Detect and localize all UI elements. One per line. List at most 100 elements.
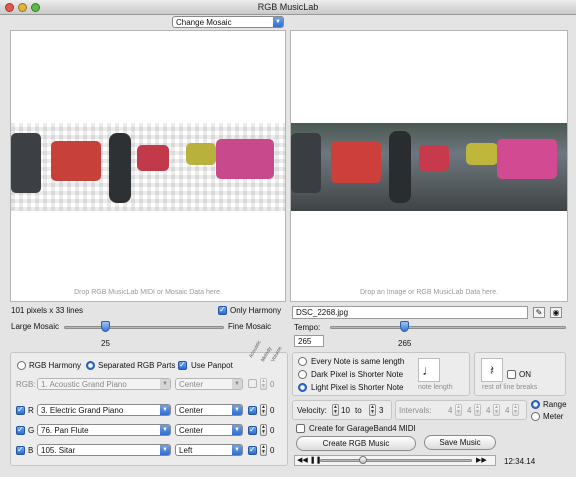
velocity-from-stepper[interactable]: ▲ ▼: [332, 404, 339, 416]
create-music-button[interactable]: Create RGB Music: [296, 436, 416, 451]
red-pan-dropdown[interactable]: Center ▼: [175, 404, 243, 416]
light-shorter-radio[interactable]: [298, 383, 307, 392]
meter-radio[interactable]: [531, 412, 540, 421]
forward-icon[interactable]: ▶▶: [476, 456, 487, 464]
close-window-button[interactable]: [5, 3, 14, 12]
every-note-label: Every Note is same length: [311, 357, 405, 366]
rgb-volume-stepper[interactable]: ▲ ▼: [260, 378, 267, 390]
green-channel-checkbox[interactable]: [16, 425, 25, 435]
velocity-to-stepper[interactable]: ▲ ▼: [369, 404, 376, 416]
rest-on-label: ON: [519, 370, 531, 379]
interval-value-2: 4: [467, 406, 472, 415]
fine-mosaic-label: Fine Mosaic: [228, 322, 272, 331]
intervals-label: Intervals:: [399, 406, 432, 415]
save-music-button[interactable]: Save Music: [424, 435, 496, 450]
garageband-checkbox[interactable]: [296, 424, 305, 433]
blue-pan-label: Left: [179, 446, 193, 455]
separated-parts-radio[interactable]: [86, 361, 95, 370]
image-panel[interactable]: Drop an Image or RGB MusicLab Data here.: [290, 30, 568, 302]
minimize-window-button[interactable]: [18, 3, 27, 12]
dark-shorter-label: Dark Pixel is Shorter Note: [311, 370, 404, 379]
zoom-window-button[interactable]: [31, 3, 40, 12]
light-shorter-label: Light Pixel is Shorter Note: [311, 383, 404, 392]
playback-knob[interactable]: [358, 456, 367, 464]
blue-instrument-dropdown[interactable]: 105. Sitar ▼: [37, 444, 171, 456]
only-harmony-checkbox[interactable]: [218, 305, 227, 315]
blue-channel-checkbox[interactable]: [16, 445, 25, 455]
chevron-down-icon: ▼: [160, 425, 170, 435]
blue-pan-dropdown[interactable]: Left ▼: [175, 444, 243, 456]
dark-shorter-radio[interactable]: [298, 370, 307, 379]
use-panpot-checkbox[interactable]: [178, 360, 187, 370]
velocity-to-value: 3: [379, 406, 384, 415]
chevron-down-icon: ▼: [160, 445, 170, 455]
green-volume-stepper[interactable]: ▲ ▼: [260, 424, 267, 436]
use-panpot-label: Use Panpot: [191, 361, 233, 370]
interval-stepper-4[interactable]: ▲ ▼: [512, 404, 519, 416]
velocity-from-value: 10: [341, 406, 350, 415]
interval-value-3: 4: [486, 406, 491, 415]
red-instrument-dropdown[interactable]: 3. Electric Grand Piano ▼: [37, 404, 171, 416]
green-instrument-dropdown[interactable]: 76. Pan Flute ▼: [37, 424, 171, 436]
camera-icon[interactable]: ◉: [550, 307, 562, 318]
tempo-field[interactable]: 265: [294, 335, 324, 347]
playback-progress[interactable]: [320, 459, 472, 462]
range-radio[interactable]: [531, 400, 540, 409]
photo-image: [291, 123, 567, 211]
edit-icon[interactable]: ✎: [533, 307, 545, 318]
interval-stepper-3[interactable]: ▲ ▼: [493, 404, 500, 416]
meter-label: Meter: [543, 412, 564, 421]
separated-parts-label: Separated RGB Parts: [98, 361, 176, 370]
title-bar: RGB MusicLab: [0, 0, 576, 15]
blue-channel-letter: B: [28, 446, 34, 455]
every-note-radio[interactable]: [298, 357, 307, 366]
chevron-down-icon: ▼: [160, 405, 170, 415]
quarter-note-icon[interactable]: ♩: [418, 358, 440, 382]
rgb-instrument-dropdown[interactable]: 1. Acoustic Grand Piano ▼: [37, 378, 171, 390]
red-channel-letter: R: [28, 406, 34, 415]
note-length-label: note length: [418, 384, 453, 391]
tempo-slider[interactable]: [330, 326, 566, 329]
chevron-down-icon: ▼: [232, 445, 242, 455]
interval-value-1: 4: [448, 406, 453, 415]
interval-stepper-1[interactable]: ▲ ▼: [455, 404, 462, 416]
mosaic-slider-value: 25: [101, 339, 110, 348]
red-pan-label: Center: [179, 406, 204, 415]
rgb-pan-dropdown[interactable]: Center ▼: [175, 378, 243, 390]
rest-on-checkbox[interactable]: [507, 370, 516, 379]
green-volume-value: 0: [270, 426, 275, 435]
filename-field[interactable]: DSC_2268.jpg: [292, 306, 528, 319]
mosaic-slider-knob[interactable]: [101, 321, 110, 332]
tempo-slider-value: 265: [398, 339, 412, 348]
blue-acoustic-checkbox[interactable]: [248, 445, 257, 455]
rgb-acoustic-checkbox[interactable]: [248, 379, 257, 388]
rest-icon[interactable]: 𝄽: [481, 358, 503, 382]
green-instrument-label: 76. Pan Flute: [41, 426, 89, 435]
velocity-label: Velocity:: [297, 406, 327, 415]
change-mosaic-dropdown[interactable]: Change Mosaic ▼: [172, 16, 284, 28]
green-pan-dropdown[interactable]: Center ▼: [175, 424, 243, 436]
chevron-down-icon: ▼: [232, 379, 242, 389]
red-volume-stepper[interactable]: ▲ ▼: [260, 404, 267, 416]
rgb-pan-label: Center: [179, 380, 204, 389]
blue-volume-stepper[interactable]: ▲ ▼: [260, 444, 267, 456]
interval-value-4: 4: [505, 406, 510, 415]
playback-time: 12:34.14: [504, 457, 536, 466]
tempo-slider-knob[interactable]: [400, 321, 409, 332]
mosaic-panel[interactable]: Drop RGB MusicLab MIDI or Mosaic Data he…: [10, 30, 286, 302]
green-acoustic-checkbox[interactable]: [248, 425, 257, 435]
interval-stepper-2[interactable]: ▲ ▼: [474, 404, 481, 416]
red-acoustic-checkbox[interactable]: [248, 405, 257, 415]
play-icon[interactable]: ◀◀ ❚❚: [297, 456, 321, 464]
red-channel-checkbox[interactable]: [16, 405, 25, 415]
tempo-label: Tempo:: [294, 323, 321, 332]
chevron-down-icon: ▼: [160, 379, 170, 389]
large-mosaic-label: Large Mosaic: [11, 322, 60, 331]
mosaic-drop-note: Drop RGB MusicLab MIDI or Mosaic Data he…: [74, 289, 222, 296]
image-drop-note: Drop an Image or RGB MusicLab Data here.: [359, 289, 499, 296]
rgb-harmony-radio[interactable]: [17, 361, 26, 370]
chevron-down-icon: ▼: [273, 17, 283, 27]
red-instrument-label: 3. Electric Grand Piano: [41, 406, 124, 415]
mosaic-resolution: 101 pixels x 33 lines: [11, 306, 84, 315]
mosaic-slider[interactable]: [64, 326, 224, 329]
